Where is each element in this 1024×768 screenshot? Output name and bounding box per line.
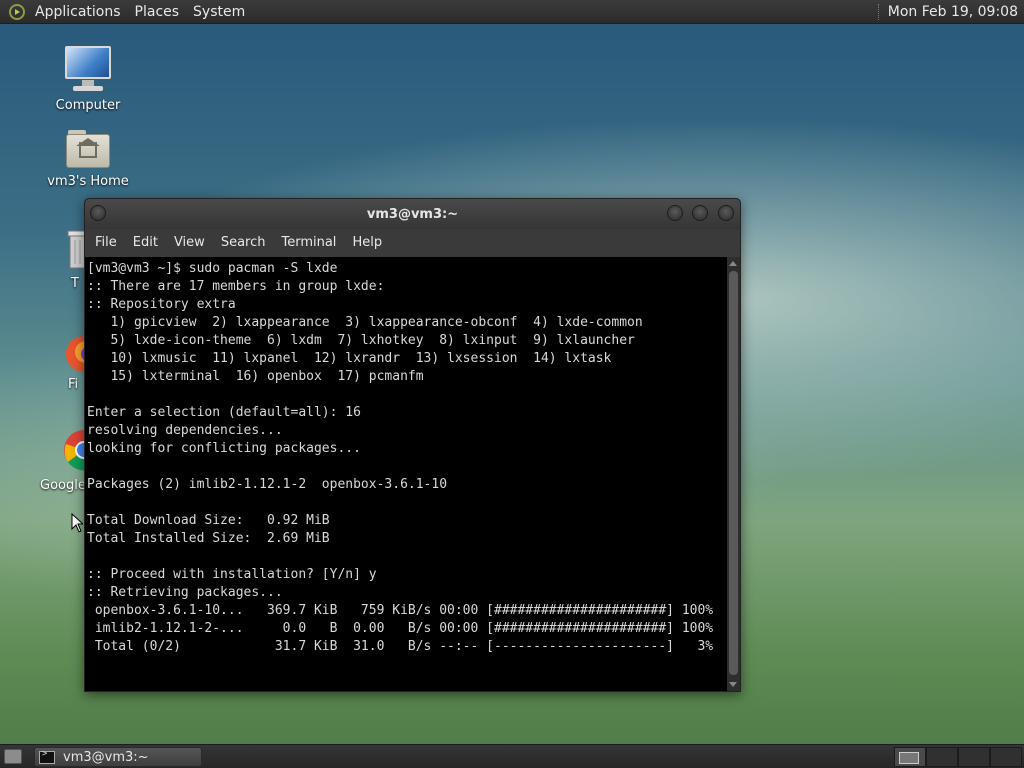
desktop-icon-firefox[interactable]: Fi	[64, 334, 102, 392]
menu-edit[interactable]: Edit	[127, 229, 164, 257]
terminal-line: [vm3@vm3 ~]$ sudo pacman -S lxde	[87, 261, 338, 276]
terminal-output[interactable]: [vm3@vm3 ~]$ sudo pacman -S lxde :: Ther…	[85, 257, 727, 691]
menu-file[interactable]: File	[89, 229, 123, 257]
terminal-line: openbox-3.6.1-10... 369.7 KiB 759 KiB/s …	[87, 603, 714, 618]
terminal-line: :: There are 17 members in group lxde:	[87, 279, 385, 294]
panel-separator	[877, 3, 880, 20]
terminal-window[interactable]: vm3@vm3:~ File Edit View Search Terminal…	[84, 198, 741, 692]
terminal-line: 5) lxde-icon-theme 6) lxdm 7) lxhotkey 8…	[87, 333, 635, 348]
minimize-button[interactable]	[667, 205, 683, 221]
terminal-line: Packages (2) imlib2-1.12.1-2 openbox-3.6…	[87, 477, 448, 492]
terminal-scrollbar[interactable]	[727, 257, 740, 691]
mouse-cursor-icon	[71, 513, 83, 533]
show-desktop-icon[interactable]	[4, 749, 22, 764]
workspace-3[interactable]	[958, 747, 990, 767]
terminal-line: looking for conflicting packages...	[87, 441, 361, 456]
terminal-menu-bar: File Edit View Search Terminal Help	[85, 229, 740, 257]
terminal-line: Total Installed Size: 2.69 MiB	[87, 531, 330, 546]
terminal-line: Enter a selection (default=all): 16	[87, 405, 361, 420]
bottom-panel: vm3@vm3:~	[0, 744, 1024, 768]
menu-applications[interactable]: Applications	[28, 0, 128, 24]
terminal-line: 15) lxterminal 16) openbox 17) pcmanfm	[87, 369, 424, 384]
top-panel: Applications Places System Mon Feb 19, 0…	[0, 0, 1024, 24]
menu-help[interactable]: Help	[346, 229, 388, 257]
desktop-icon-label: vm3's Home	[47, 174, 129, 189]
trash-icon	[67, 230, 87, 269]
desktop-icon-label: Google	[40, 478, 86, 493]
menu-places[interactable]: Places	[128, 0, 187, 24]
scrollbar-thumb[interactable]	[729, 271, 738, 675]
home-folder-icon	[65, 128, 111, 170]
desktop-icon-label: T	[71, 276, 79, 291]
desktop-icon-computer[interactable]: Computer	[33, 44, 143, 113]
firefox-icon	[66, 336, 102, 372]
terminal-line: resolving dependencies...	[87, 423, 283, 438]
terminal-line: Total (0/2) 31.7 KiB 31.0 B/s --:-- [---…	[87, 639, 714, 654]
terminal-line: 10) lxmusic 11) lxpanel 12) lxrandr 13) …	[87, 351, 612, 366]
scroll-up-arrow-icon[interactable]	[729, 261, 737, 266]
desktop-icon-label: Computer	[55, 98, 121, 113]
desktop-icon-home[interactable]: vm3's Home	[33, 128, 143, 189]
workspace-1[interactable]	[894, 747, 926, 767]
workspace-2[interactable]	[926, 747, 958, 767]
terminal-line: :: Retrieving packages...	[87, 585, 283, 600]
computer-icon	[63, 44, 113, 94]
scroll-down-arrow-icon[interactable]	[729, 682, 737, 687]
close-button[interactable]	[718, 205, 734, 221]
desktop-icon-label: Fi	[68, 377, 79, 392]
terminal-line: :: Proceed with installation? [Y/n] y	[87, 567, 377, 582]
terminal-icon	[39, 749, 55, 764]
maximize-button[interactable]	[692, 205, 708, 221]
menu-view[interactable]: View	[168, 229, 211, 257]
workspace-4[interactable]	[990, 747, 1022, 767]
desktop-icon-trash[interactable]: T	[66, 228, 87, 291]
menu-search[interactable]: Search	[215, 229, 272, 257]
clock[interactable]: Mon Feb 19, 09:08	[888, 4, 1018, 20]
menu-system[interactable]: System	[186, 0, 252, 24]
distro-logo-icon[interactable]	[6, 1, 28, 23]
terminal-line: :: Repository extra	[87, 297, 236, 312]
terminal-line: Total Download Size: 0.92 MiB	[87, 513, 330, 528]
window-title-bar[interactable]: vm3@vm3:~	[85, 199, 740, 229]
terminal-line: 1) gpicview 2) lxappearance 3) lxappeara…	[87, 315, 643, 330]
window-title: vm3@vm3:~	[366, 206, 459, 222]
menu-terminal[interactable]: Terminal	[275, 229, 342, 257]
taskbar-item-terminal[interactable]: vm3@vm3:~	[34, 747, 202, 767]
window-menu-button[interactable]	[90, 205, 106, 221]
terminal-line: imlib2-1.12.1-2-... 0.0 B 0.00 B/s 00:00…	[87, 621, 714, 636]
taskbar-item-label: vm3@vm3:~	[63, 749, 149, 765]
